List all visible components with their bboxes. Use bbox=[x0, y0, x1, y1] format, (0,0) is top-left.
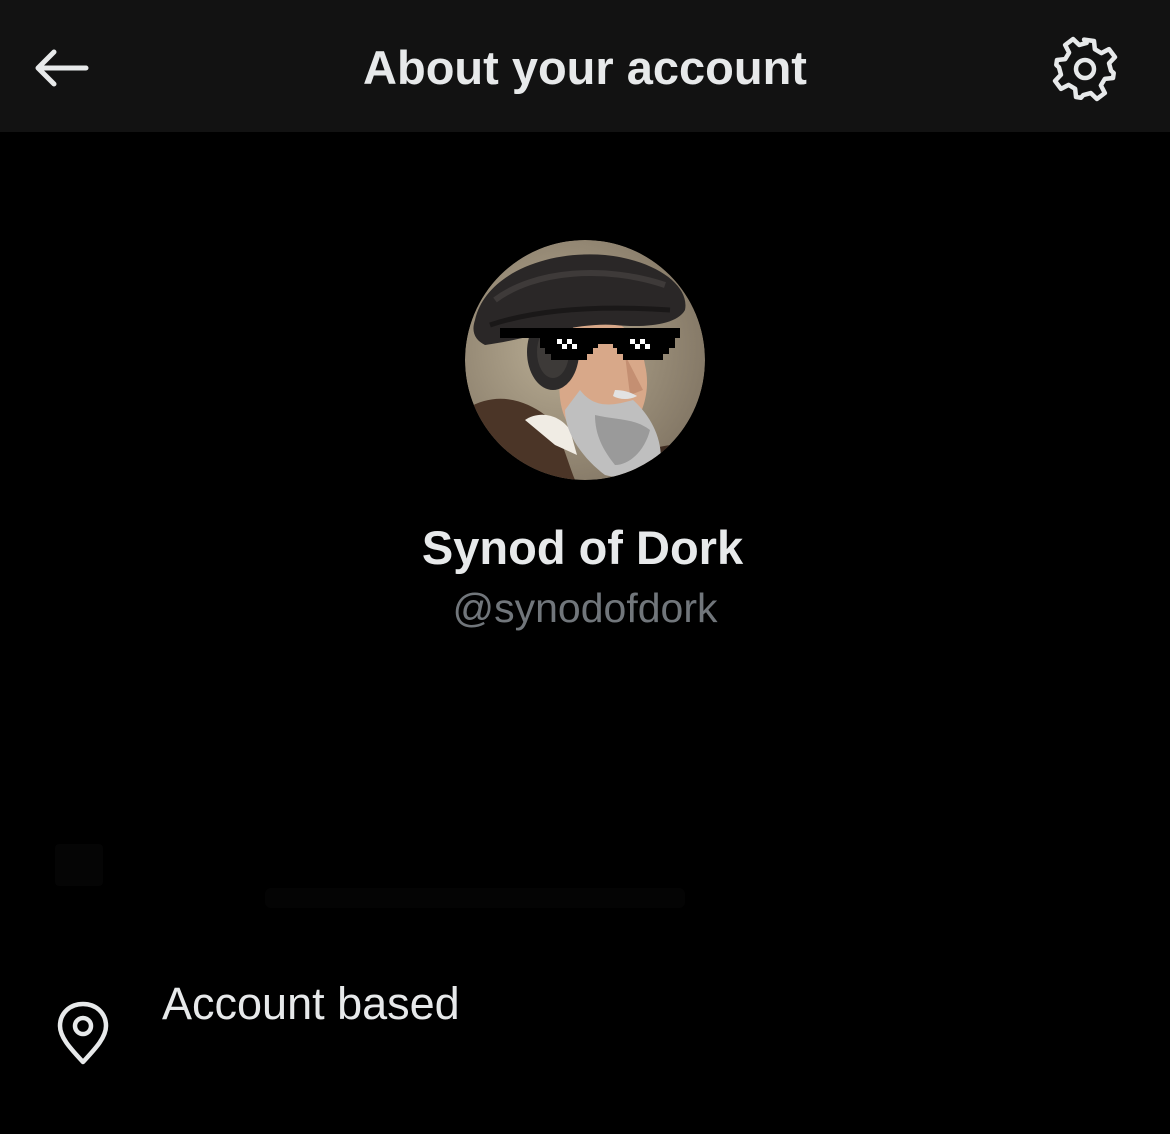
map-pin-icon bbox=[57, 1001, 109, 1065]
faded-row bbox=[55, 844, 685, 908]
account-handle: @synodofdork bbox=[452, 585, 718, 631]
location-row-icon bbox=[50, 998, 116, 1068]
gear-icon bbox=[1052, 36, 1118, 102]
profile-avatar[interactable] bbox=[465, 240, 705, 480]
display-name: Synod of Dork bbox=[421, 521, 744, 574]
settings-button[interactable] bbox=[1050, 34, 1120, 104]
page-title: About your account bbox=[363, 41, 807, 94]
avatar-portrait bbox=[465, 240, 705, 480]
top-app-bar: About your account bbox=[0, 0, 1170, 132]
location-label: Account based bbox=[162, 978, 460, 1029]
